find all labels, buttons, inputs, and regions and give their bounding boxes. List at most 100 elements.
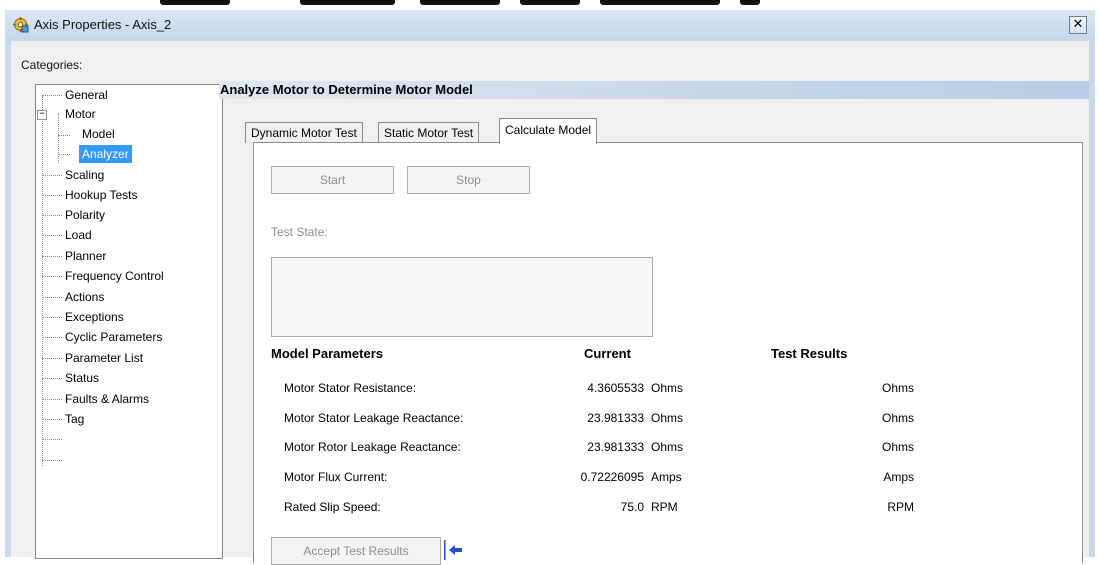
tree-item-polarity[interactable]: Polarity <box>62 206 108 224</box>
tab-label: Calculate Model <box>505 123 592 137</box>
current-unit: Amps <box>651 470 682 484</box>
test-state-label: Test State: <box>271 225 328 239</box>
tab-static-motor-test[interactable]: Static Motor Test <box>378 122 480 143</box>
param-label: Rated Slip Speed: <box>284 500 381 514</box>
tree-connector <box>42 460 62 461</box>
axis-properties-dialog: Axis Properties - Axis_2 ✕ Categories: −… <box>5 10 1095 565</box>
tree-item-planner[interactable]: Planner <box>62 247 109 265</box>
cropped-banner <box>0 0 1099 10</box>
tree-item-faults-alarms[interactable]: Faults & Alarms <box>62 390 152 408</box>
tree-connector <box>42 256 62 257</box>
tree-item-exceptions[interactable]: Exceptions <box>62 308 127 326</box>
tree-connector <box>42 276 62 277</box>
section-header: Analyze Motor to Determine Motor Model <box>219 81 1089 99</box>
accept-test-results-button[interactable]: Accept Test Results <box>271 537 441 565</box>
tree-connector <box>58 113 59 163</box>
model-parameters-header: Model Parameters <box>271 346 383 361</box>
tree-item-label: Actions <box>65 290 105 304</box>
test-results-header: Test Results <box>771 346 848 361</box>
result-unit: Ohms <box>881 381 914 395</box>
param-label: Motor Rotor Leakage Reactance: <box>284 440 461 454</box>
tree-connector <box>42 195 62 196</box>
current-value: 4.3605533 <box>587 381 644 395</box>
result-unit: RPM <box>887 500 914 514</box>
tree-item-model[interactable]: Model <box>79 125 118 143</box>
start-label: Start <box>319 173 346 187</box>
tree-item-hookup-tests[interactable]: Hookup Tests <box>62 186 141 204</box>
tree-connector <box>42 215 62 216</box>
tree-item-label: Model <box>82 127 115 141</box>
section-title: Analyze Motor to Determine Motor Model <box>220 82 473 97</box>
current-value: 23.981333 <box>587 411 644 425</box>
param-label: Motor Stator Leakage Reactance: <box>284 411 464 425</box>
dialog-client-area: Categories: − General Motor Model Analyz… <box>11 41 1089 565</box>
tree-item-label: Planner <box>65 249 107 263</box>
tree-connector <box>42 297 62 298</box>
tree-item-label: Exceptions <box>65 310 124 324</box>
tree-item-label: Load <box>65 228 92 242</box>
tree-item-label: General <box>65 88 108 102</box>
tree-connector <box>42 235 62 236</box>
calculate-model-panel: Start Stop Test State: Model Parameters … <box>253 142 1083 565</box>
tree-item-scaling[interactable]: Scaling <box>62 166 107 184</box>
tree-connector <box>42 378 62 379</box>
current-value: 0.72226095 <box>580 470 644 484</box>
param-label: Motor Stator Resistance: <box>284 381 417 395</box>
tree-item-label: Frequency Control <box>65 269 164 283</box>
tree-item-label: Hookup Tests <box>65 188 138 202</box>
current-value: 23.981333 <box>587 440 644 454</box>
current-header: Current <box>584 346 631 361</box>
tree-item-status[interactable]: Status <box>62 369 102 387</box>
tab-calculate-model[interactable]: Calculate Model <box>499 118 598 144</box>
tree-connector <box>42 358 62 359</box>
left-arrow-icon <box>444 540 462 560</box>
tree-connector <box>42 399 62 400</box>
tree-item-label: Tag <box>65 412 85 426</box>
tree-connector <box>42 337 62 338</box>
tree-item-analyzer[interactable]: Analyzer <box>79 145 132 163</box>
tree-connector <box>58 154 70 155</box>
collapse-motor-icon[interactable]: − <box>37 110 47 120</box>
tab-label: Static Motor Test <box>384 126 474 140</box>
tab-dynamic-motor-test[interactable]: Dynamic Motor Test <box>245 122 363 143</box>
tree-connector <box>42 95 62 96</box>
current-unit: RPM <box>651 500 678 514</box>
accept-label: Accept Test Results <box>303 544 409 558</box>
tree-item-label: Analyzer <box>82 147 129 161</box>
param-label: Motor Flux Current: <box>284 470 388 484</box>
categories-tree[interactable]: − General Motor Model Analyzer Scaling H… <box>35 84 223 559</box>
test-state-box <box>271 257 653 337</box>
tree-item-actions[interactable]: Actions <box>62 288 107 306</box>
tree-item-label: Parameter List <box>65 351 144 365</box>
close-button[interactable]: ✕ <box>1069 16 1087 34</box>
result-unit: Amps <box>883 470 914 484</box>
tree-item-motor[interactable]: Motor <box>62 105 99 123</box>
categories-label: Categories: <box>21 58 83 72</box>
tree-connector <box>42 317 62 318</box>
tree-item-label: Motor <box>65 107 96 121</box>
tree-connector <box>42 175 62 176</box>
current-value: 75.0 <box>620 500 644 514</box>
current-unit: Ohms <box>651 440 684 454</box>
axis-properties-icon <box>13 17 29 33</box>
tree-item-parameter-list[interactable]: Parameter List <box>62 349 146 367</box>
tree-item-cyclic-parameters[interactable]: Cyclic Parameters <box>62 328 165 346</box>
tree-item-frequency-control[interactable]: Frequency Control <box>62 267 167 285</box>
tree-item-load[interactable]: Load <box>62 226 95 244</box>
title-bar[interactable]: Axis Properties - Axis_2 ✕ <box>5 10 1095 40</box>
tree-item-label: Faults & Alarms <box>65 392 150 406</box>
tree-connector <box>42 419 62 420</box>
tree-item-label: Cyclic Parameters <box>65 330 163 344</box>
tree-item-label: Status <box>65 371 100 385</box>
stop-button[interactable]: Stop <box>407 166 530 194</box>
tree-item-label: Scaling <box>65 168 105 182</box>
stop-label: Stop <box>456 173 481 187</box>
close-icon: ✕ <box>1072 17 1084 32</box>
tree-item-tag[interactable]: Tag <box>62 410 87 428</box>
result-unit: Ohms <box>881 411 914 425</box>
start-button[interactable]: Start <box>271 166 394 194</box>
tree-item-label: Polarity <box>65 208 106 222</box>
window-title: Axis Properties - Axis_2 <box>34 17 172 32</box>
current-unit: Ohms <box>651 411 684 425</box>
tree-item-general[interactable]: General <box>62 86 111 104</box>
